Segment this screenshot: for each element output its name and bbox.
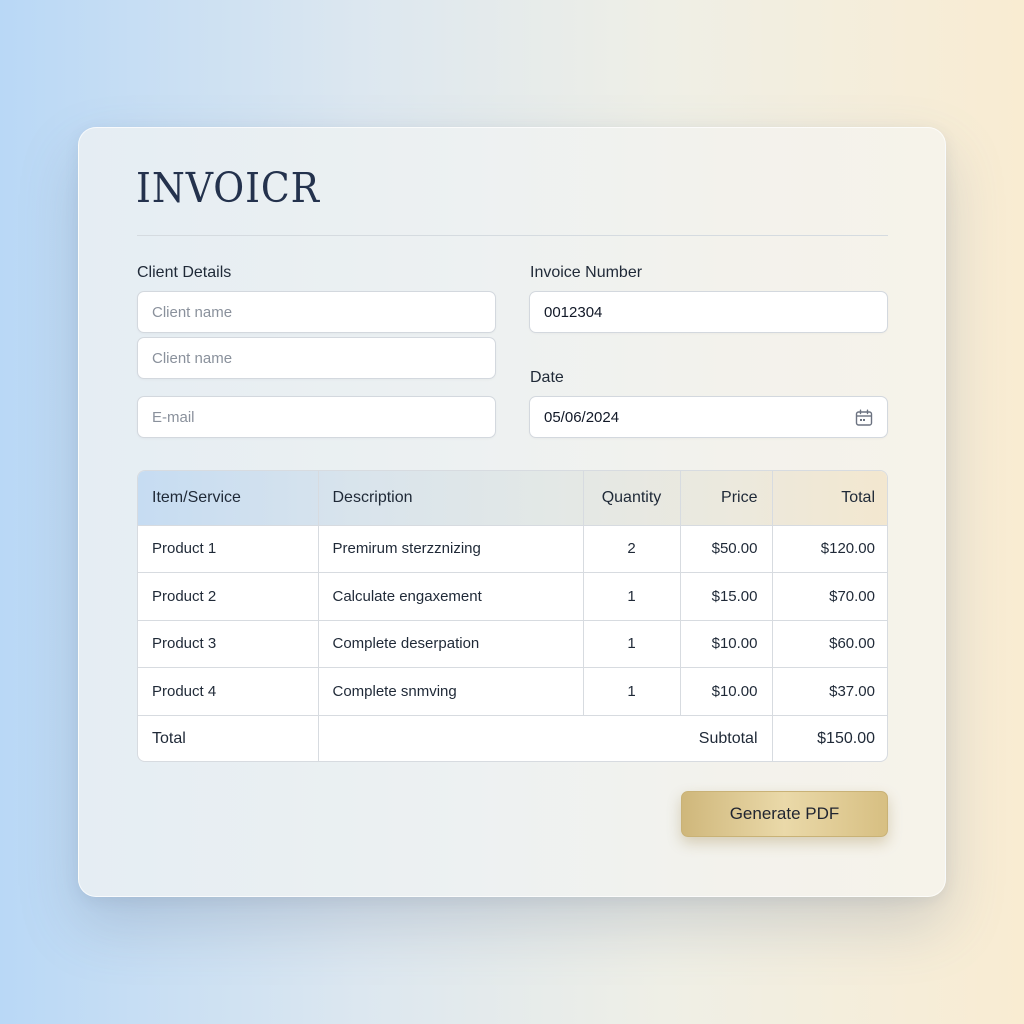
invoice-number-value: 0012304 [544, 303, 603, 321]
header-divider [137, 235, 888, 236]
subtotal-label: Subtotal [680, 714, 773, 761]
cell-quantity: 1 [583, 619, 681, 668]
table-row[interactable]: Product 3 Complete deserpation 1 $10.00 … [138, 619, 887, 668]
date-label: Date [530, 369, 564, 386]
table-total-row: Total Subtotal $150.00 [138, 714, 887, 761]
client-name-field-2[interactable]: Client name [137, 337, 496, 379]
cell-price: $50.00 [680, 524, 773, 573]
client-name-placeholder-2: Client name [152, 349, 233, 367]
cell-description: Calculate engaxement [318, 572, 584, 620]
table-row[interactable]: Product 4 Complete snmving 1 $10.00 $37.… [138, 667, 887, 715]
cell-item: Product 3 [138, 619, 319, 668]
header-quantity: Quantity [583, 471, 681, 525]
total-spacer [318, 714, 680, 761]
app-logo: INVOICR [136, 164, 321, 212]
client-details-label: Client Details [137, 264, 232, 281]
table-header-row: Item/Service Description Quantity Price … [138, 471, 887, 525]
email-placeholder: E-mail [152, 408, 195, 426]
cell-description: Complete deserpation [318, 619, 584, 668]
table-row[interactable]: Product 2 Calculate engaxement 1 $15.00 … [138, 572, 887, 620]
table-row[interactable]: Product 1 Premirum sterᴢᴢnizing 2 $50.00… [138, 524, 887, 573]
cell-total: $60.00 [772, 619, 887, 668]
cell-item: Product 1 [138, 524, 319, 573]
cell-quantity: 1 [583, 572, 681, 620]
header-item-service: Item/Service [138, 471, 319, 525]
cell-description: Premirum sterᴢᴢnizing [318, 524, 584, 573]
subtotal-value: $150.00 [772, 714, 887, 761]
client-name-field-1[interactable]: Client name [137, 291, 496, 333]
invoice-number-field[interactable]: 0012304 [529, 291, 888, 333]
client-name-placeholder-1: Client name [152, 303, 233, 321]
cell-quantity: 1 [583, 667, 681, 715]
email-field[interactable]: E-mail [137, 396, 496, 438]
header-description: Description [318, 471, 584, 525]
cell-description: Complete snmving [318, 667, 584, 715]
cell-total: $70.00 [772, 572, 887, 620]
cell-price: $10.00 [680, 667, 773, 715]
generate-pdf-button[interactable]: Generate PDF [681, 791, 888, 837]
cell-price: $15.00 [680, 572, 773, 620]
invoice-table: Item/Service Description Quantity Price … [137, 470, 888, 762]
total-label: Total [138, 714, 319, 761]
cell-item: Product 4 [138, 667, 319, 715]
date-field[interactable]: 05/06/2024 [529, 396, 888, 438]
date-value: 05/06/2024 [544, 408, 620, 426]
cell-price: $10.00 [680, 619, 773, 668]
cell-total: $37.00 [772, 667, 887, 715]
header-price: Price [680, 471, 773, 525]
calendar-icon[interactable] [855, 409, 873, 427]
header-total: Total [841, 488, 875, 506]
cell-quantity: 2 [583, 524, 681, 573]
invoice-number-label: Invoice Number [530, 264, 643, 281]
invoice-card: INVOICR Client Details Client name Clien… [78, 127, 946, 897]
cell-total: $120.00 [772, 524, 887, 573]
cell-item: Product 2 [138, 572, 319, 620]
